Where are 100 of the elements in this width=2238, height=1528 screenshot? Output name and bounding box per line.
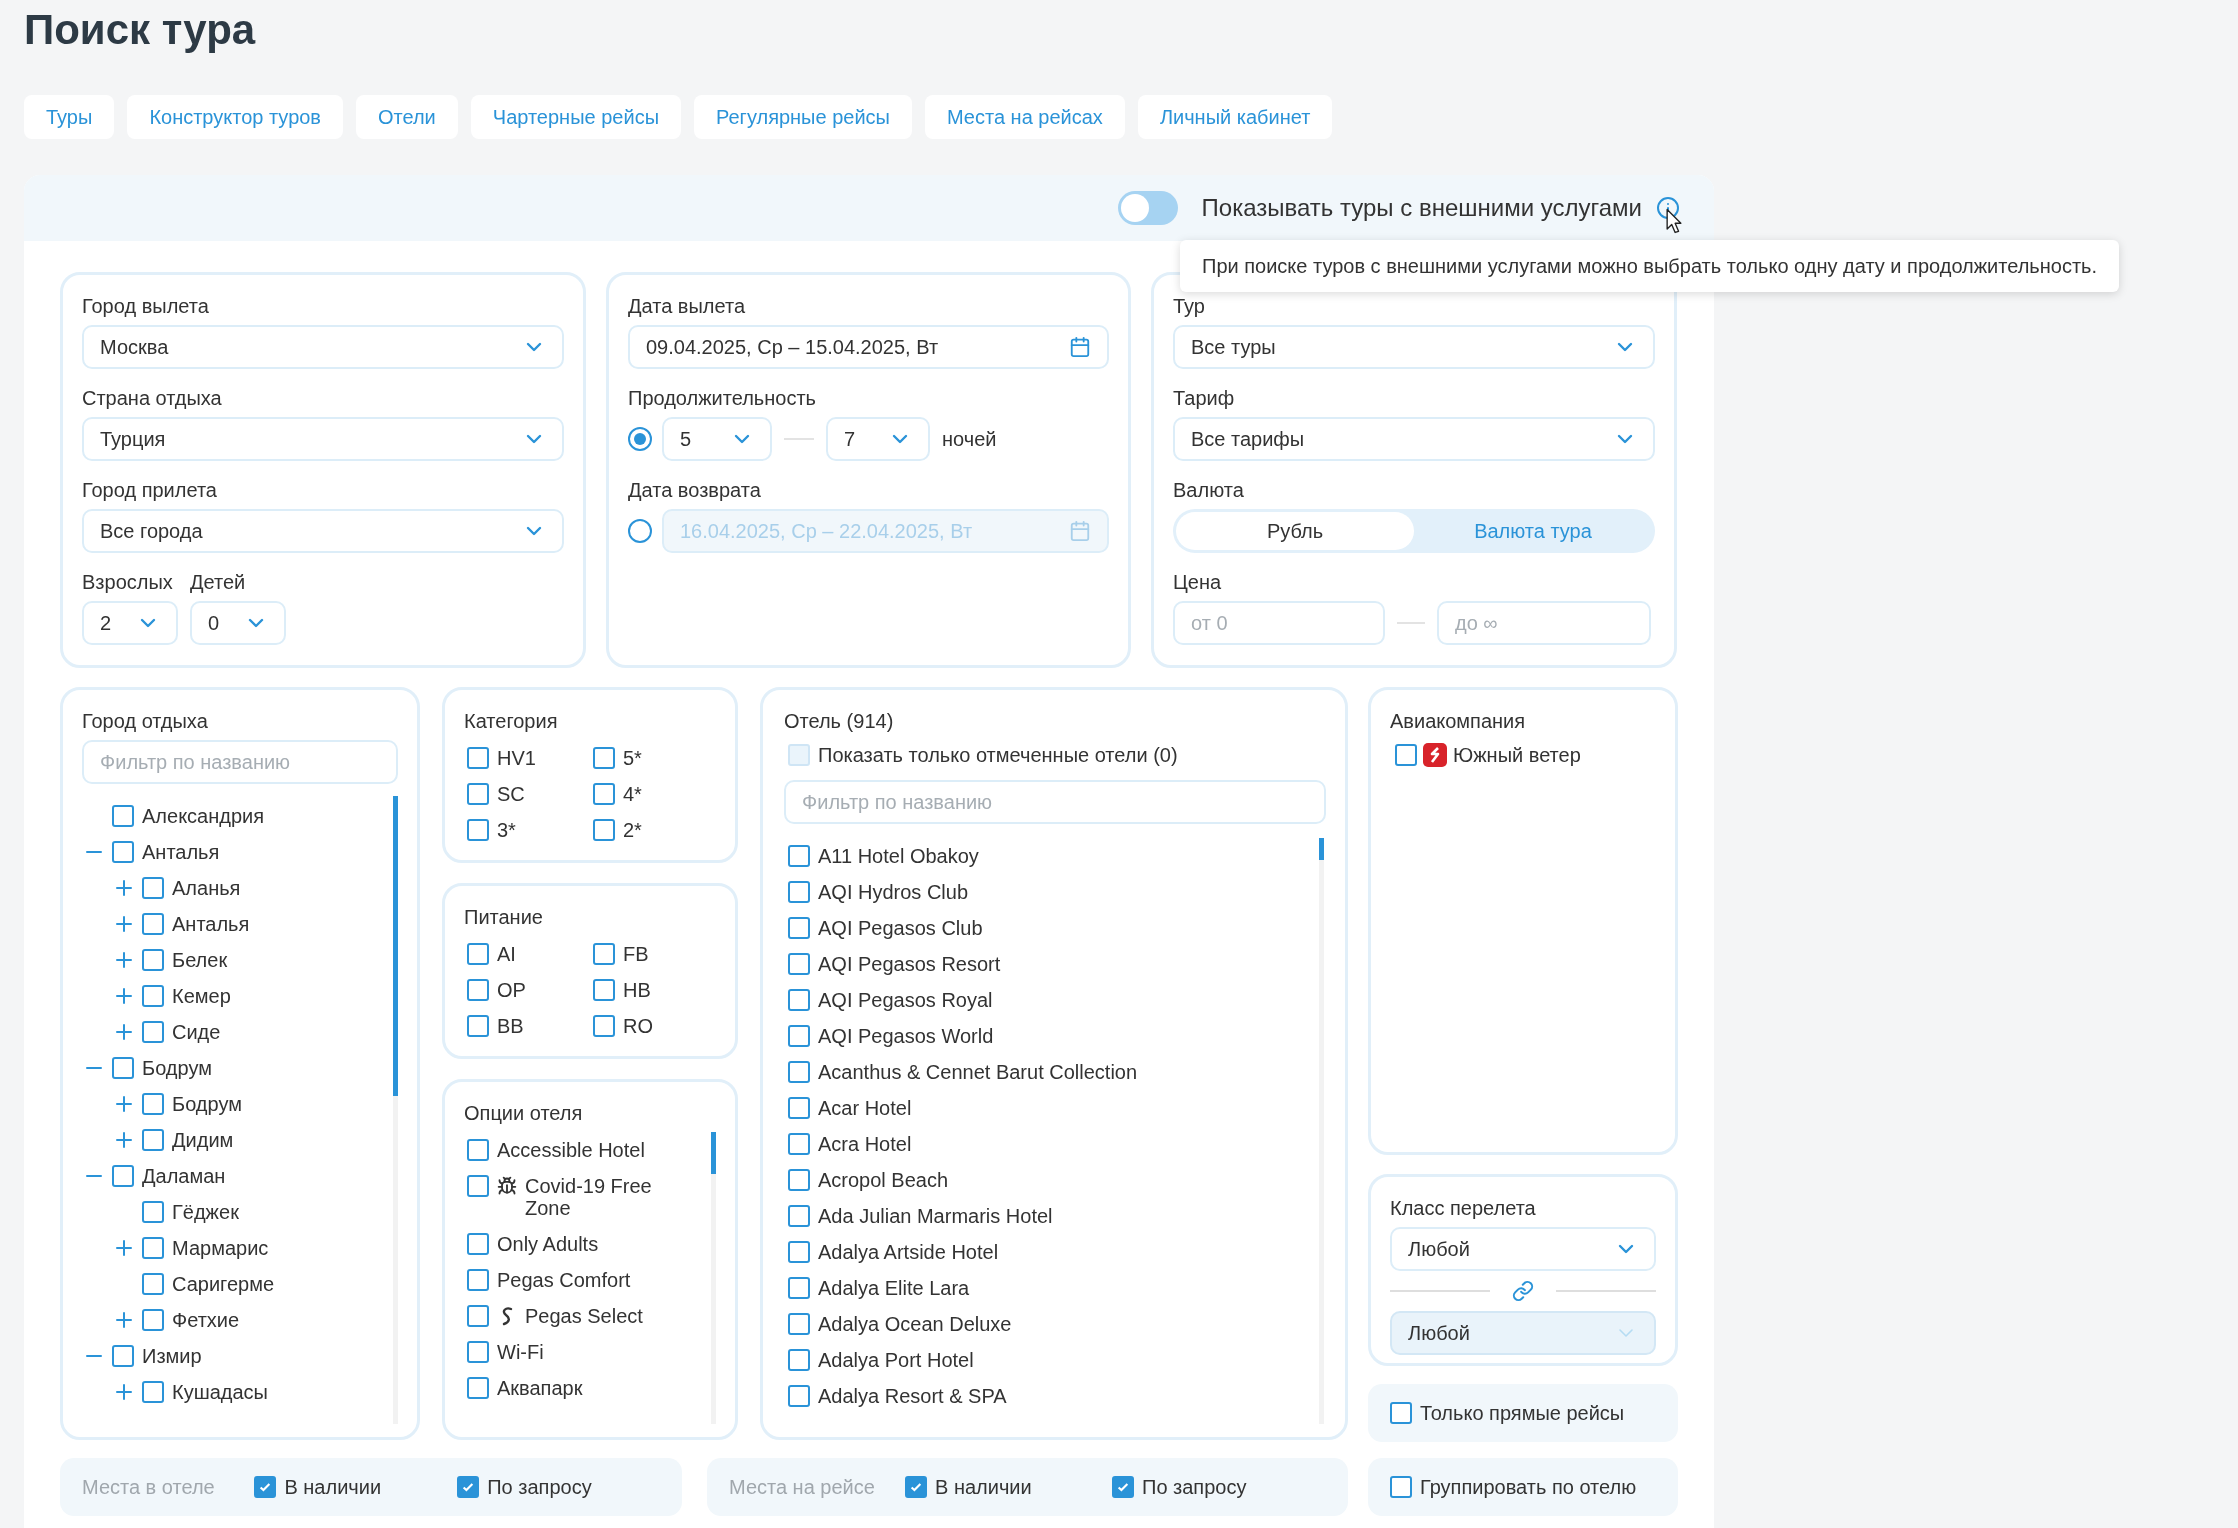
dropdown[interactable]: Турция [82,417,564,461]
tree-item-label: Бодрум [172,1092,242,1117]
checkbox[interactable] [112,805,134,827]
option-label: AQI Pegasos Royal [818,988,993,1013]
checkbox[interactable] [467,1233,489,1255]
checkbox[interactable] [1395,744,1417,766]
radio-button[interactable] [628,519,652,543]
checkbox[interactable] [467,979,489,1001]
option-label: Ada Julian Marmaris Hotel [818,1204,1053,1229]
checkbox[interactable] [467,1377,489,1399]
checkbox[interactable] [112,1057,134,1079]
checkbox[interactable] [142,985,164,1007]
checkbox[interactable] [467,1305,489,1327]
checkbox[interactable] [788,1241,810,1263]
checkbox[interactable] [142,1201,164,1223]
option-label: Аквапарк [497,1377,584,1399]
scrollbar[interactable] [711,1132,716,1424]
checkbox[interactable] [905,1476,927,1498]
dropdown[interactable]: Все города [82,509,564,553]
checkbox[interactable] [788,1205,810,1227]
checkbox[interactable] [788,1313,810,1335]
checkbox[interactable] [467,747,489,769]
checkbox[interactable] [593,943,615,965]
checkbox[interactable] [788,1277,810,1299]
checkbox[interactable] [467,783,489,805]
checkbox[interactable] [788,1385,810,1407]
checkbox[interactable] [112,841,134,863]
option-label: Only Adults [497,1233,600,1255]
checkbox[interactable] [142,1021,164,1043]
checkbox[interactable] [467,819,489,841]
checkbox[interactable] [254,1476,277,1498]
segment[interactable]: Рубль [1176,512,1414,550]
field-label: Дата вылета [628,294,747,319]
dropdown[interactable]: 7 [826,417,930,461]
checkbox[interactable] [142,877,164,899]
date-range-field[interactable]: 09.04.2025, Ср – 15.04.2025, Вт [628,325,1109,369]
option-label: Pegas Comfort [497,1269,632,1291]
option-label: Южный ветер [1453,743,1581,768]
toggle-switch[interactable] [1117,191,1178,225]
checkbox[interactable] [112,1165,134,1187]
checkbox[interactable] [593,819,615,841]
filter-field[interactable]: Фильтр по названию [82,740,398,784]
dropdown[interactable]: Все тарифы [1173,417,1655,461]
checkbox[interactable] [112,1345,134,1367]
checkbox[interactable] [593,783,615,805]
dropdown[interactable]: 2 [82,601,178,645]
dropdown[interactable]: Любой [1390,1227,1656,1271]
checkbox[interactable] [788,1133,810,1155]
dropdown[interactable]: Москва [82,325,564,369]
checkbox[interactable] [142,1273,164,1295]
checkbox[interactable] [457,1476,480,1498]
checkbox[interactable] [467,1341,489,1363]
checkbox[interactable] [142,949,164,971]
checkbox[interactable] [142,913,164,935]
dropdown[interactable]: Все туры [1173,325,1655,369]
scrollbar[interactable] [1319,838,1324,1424]
checkbox[interactable] [788,953,810,975]
checkbox[interactable] [142,1237,164,1259]
option-label: A11 Hotel Obakoy [818,844,979,869]
tree-item-label: Дидим [172,1128,234,1153]
checkbox[interactable] [467,943,489,965]
calendar-icon [1069,520,1091,542]
dropdown[interactable]: 5 [662,417,772,461]
checkbox[interactable] [788,845,810,867]
checkbox[interactable] [788,1025,810,1047]
checkbox[interactable] [467,1139,489,1161]
filter-field[interactable]: до ∞ [1437,601,1651,645]
checkbox[interactable] [593,1015,615,1037]
field-label: Авиакомпания [1390,709,1527,734]
checkbox[interactable] [142,1381,164,1403]
option-label: Acropol Beach [818,1168,949,1193]
checkbox[interactable] [1390,1476,1412,1498]
checkbox[interactable] [788,1169,810,1191]
link-icon[interactable] [1512,1280,1534,1302]
filter-field[interactable]: Фильтр по названию [784,780,1326,824]
option-label: RO [623,1014,653,1039]
checkbox[interactable] [142,1093,164,1115]
checkbox[interactable] [1390,1402,1412,1424]
info-icon[interactable] [1656,196,1680,220]
checkbox[interactable] [593,747,615,769]
checkbox[interactable] [788,1349,810,1371]
filter-field[interactable]: от 0 [1173,601,1385,645]
checkbox[interactable] [467,1269,489,1291]
checkbox[interactable] [788,917,810,939]
option-label: Adalya Ocean Deluxe [818,1312,1012,1337]
checkbox[interactable] [142,1309,164,1331]
checkbox[interactable] [467,1175,489,1197]
checkbox[interactable] [593,979,615,1001]
checkbox[interactable] [788,1097,810,1119]
checkbox[interactable] [788,1061,810,1083]
checkbox[interactable] [1112,1476,1134,1498]
checkbox[interactable] [788,881,810,903]
radio-button[interactable] [628,427,652,451]
checkbox[interactable] [467,1015,489,1037]
dropdown[interactable]: 0 [190,601,286,645]
option-label: Pegas Select [525,1305,644,1327]
option-label: AQI Hydros Club [818,880,969,905]
checkbox[interactable] [142,1129,164,1151]
scrollbar[interactable] [393,796,398,1424]
checkbox[interactable] [788,989,810,1011]
